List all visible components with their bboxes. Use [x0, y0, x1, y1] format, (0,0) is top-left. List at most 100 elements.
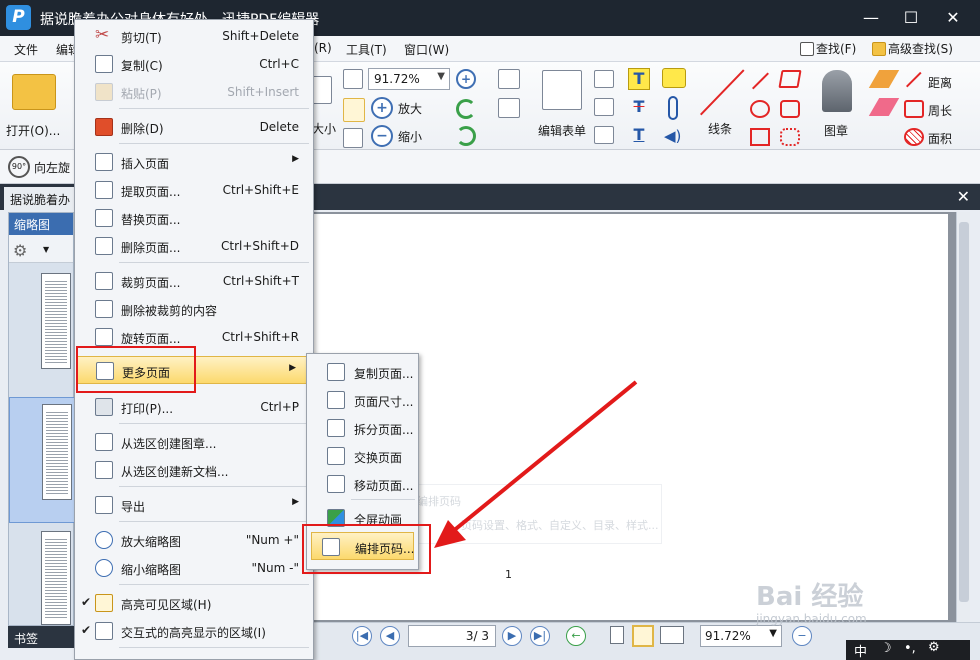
cloud-tool-icon[interactable] — [780, 128, 800, 146]
menu-item-highlight-visible[interactable]: ✔ 高亮可见区域(H) — [75, 589, 313, 617]
menu-item-copy[interactable]: 复制(C) Ctrl+C — [75, 50, 313, 78]
menu-item-stamp-from-selection[interactable]: 从选区创建图章... — [75, 428, 313, 456]
first-page-button[interactable]: |◀ — [352, 626, 372, 646]
advanced-find-button[interactable]: 高级查找(S) — [872, 40, 953, 57]
rotate-left-button[interactable]: 90° 向左旋 — [6, 154, 74, 180]
highlight-text-icon[interactable]: T — [628, 68, 650, 90]
note-icon[interactable] — [662, 68, 686, 88]
pentagon-tool-icon[interactable] — [780, 100, 800, 118]
status-zoom-out-icon[interactable]: − — [792, 626, 812, 646]
menu-tools[interactable]: 工具(T) — [346, 41, 387, 58]
fit-visible-icon[interactable] — [343, 128, 363, 148]
find-button[interactable]: 查找(F) — [800, 40, 856, 57]
zoom-select[interactable]: 91.72% ▼ — [368, 68, 450, 90]
page-number-input[interactable]: 3/ 3 — [408, 625, 496, 647]
select-text-icon[interactable] — [498, 69, 520, 89]
sound-icon[interactable]: ◀) — [664, 126, 684, 146]
menu-item-interactive-highlight[interactable]: ✔ 交互式的高亮显示的区域(I) — [75, 617, 313, 645]
distance-icon[interactable] — [906, 71, 922, 88]
menu-file[interactable]: 文件 — [14, 41, 38, 58]
single-page-icon[interactable] — [610, 626, 624, 644]
menu-item-zoom-in-thumb[interactable]: 放大缩略图 "Num +" — [75, 526, 313, 554]
line-tool-icon[interactable] — [700, 69, 745, 116]
thumbnail-page-3[interactable] — [9, 527, 75, 625]
minimize-button[interactable]: — — [854, 6, 888, 30]
close-tab-icon[interactable]: ✕ — [957, 187, 970, 206]
menu-item-insert-page[interactable]: 插入页面 ▶ — [75, 148, 313, 176]
menu-item-label: 从选区创建图章... — [121, 437, 217, 451]
open-button[interactable]: 打开(O)... — [4, 66, 64, 144]
menu-item-paste[interactable]: 粘贴(P) Shift+Insert — [75, 78, 313, 106]
actual-size-icon[interactable] — [312, 76, 332, 104]
moon-icon[interactable]: ☽ — [880, 641, 892, 656]
submenu-item-page-size[interactable]: 页面尺寸... — [307, 386, 418, 414]
zoom-magnifier-icon[interactable]: + — [456, 69, 476, 89]
ime-gear-icon[interactable]: ⚙ — [928, 640, 940, 655]
menu-item-extract-page[interactable]: 提取页面... Ctrl+Shift+E — [75, 176, 313, 204]
scrollbar-thumb[interactable] — [959, 222, 969, 602]
ellipse-tool-icon[interactable] — [750, 100, 770, 118]
attach-icon[interactable] — [668, 96, 678, 120]
thumbnail-page-1[interactable] — [9, 269, 75, 389]
rotate-cw-icon[interactable] — [456, 126, 476, 146]
zoom-in-icon[interactable]: + — [371, 97, 393, 119]
perimeter-label[interactable]: 周长 — [928, 102, 952, 119]
last-page-button[interactable]: ▶| — [530, 626, 550, 646]
bookmark-tab[interactable]: 书签 — [8, 626, 74, 648]
edit-form-button[interactable]: 编辑表单 — [538, 66, 590, 144]
facing-page-icon[interactable] — [660, 626, 684, 644]
rotate-ccw-icon[interactable] — [456, 99, 476, 119]
fit-page-icon[interactable] — [343, 69, 363, 89]
eraser-icon[interactable] — [868, 98, 900, 116]
go-back-icon[interactable]: ← — [566, 626, 586, 646]
menu-window[interactable]: 窗口(W) — [404, 41, 449, 58]
menu-item-delete-cropped[interactable]: 删除被裁剪的内容 — [75, 295, 313, 323]
vertical-scrollbar[interactable] — [956, 212, 970, 622]
next-page-button[interactable]: ▶ — [502, 626, 522, 646]
rectangle-tool-icon[interactable] — [750, 128, 770, 146]
form-field-icon[interactable] — [498, 98, 520, 118]
status-zoom-select[interactable]: 91.72% ▼ — [700, 625, 782, 647]
chevron-down-icon[interactable]: ▼ — [43, 245, 49, 254]
submenu-item-duplicate-page[interactable]: 复制页面... — [307, 358, 418, 386]
thumbnail-page-2[interactable] — [9, 397, 75, 523]
menu-item-replace-page[interactable]: 替换页面... — [75, 204, 313, 232]
menu-item-doc-from-selection[interactable]: 从选区创建新文档... — [75, 456, 313, 484]
submenu-item-move-page[interactable]: 移动页面... — [307, 470, 418, 498]
zoom-out-label[interactable]: 缩小 — [398, 128, 422, 145]
menu-item-cut[interactable]: ✂ 剪切(T) Shift+Delete — [75, 22, 313, 50]
text-replace-icon[interactable] — [594, 126, 614, 144]
menu-item-export[interactable]: 导出 ▶ — [75, 491, 313, 519]
menu-item-zoom-out-thumb[interactable]: 缩小缩略图 "Num -" — [75, 554, 313, 582]
fit-width-icon[interactable] — [343, 98, 365, 122]
pencil-icon[interactable] — [868, 70, 900, 88]
area-label[interactable]: 面积 — [928, 130, 952, 147]
text-strike-icon[interactable] — [594, 98, 614, 116]
menu-item-crop-page[interactable]: 裁剪页面... Ctrl+Shift+T — [75, 267, 313, 295]
menu-item-delete[interactable]: 删除(D) Delete — [75, 113, 313, 141]
area-icon[interactable] — [904, 128, 924, 146]
gear-icon[interactable]: ⚙ — [13, 241, 27, 260]
perimeter-icon[interactable] — [904, 100, 924, 118]
submenu-item-swap-page[interactable]: 交换页面 — [307, 442, 418, 470]
zoom-in-label[interactable]: 放大 — [398, 100, 422, 117]
menu-r[interactable]: (R) — [314, 41, 332, 55]
punctuation-icon[interactable]: •, — [904, 641, 916, 656]
stamp-button[interactable]: 图章 — [812, 66, 864, 144]
zoom-out-icon[interactable]: − — [371, 125, 393, 147]
maximize-button[interactable]: ☐ — [894, 6, 928, 30]
polygon-tool-icon[interactable] — [778, 70, 802, 88]
submenu-item-split-page[interactable]: 拆分页面... — [307, 414, 418, 442]
text-box-icon[interactable] — [594, 70, 614, 88]
arrow-tool-icon[interactable] — [752, 72, 769, 90]
close-window-button[interactable]: ✕ — [936, 6, 970, 30]
underline-text-icon[interactable]: T — [628, 125, 650, 147]
menu-item-print[interactable]: 打印(P)... Ctrl+P — [75, 393, 313, 421]
document-tab[interactable]: 据说脆着办 — [4, 187, 74, 210]
strikeout-text-icon[interactable]: T — [628, 97, 650, 119]
prev-page-button[interactable]: ◀ — [380, 626, 400, 646]
continuous-page-icon[interactable] — [632, 625, 654, 647]
menu-item-delete-page[interactable]: 删除页面... Ctrl+Shift+D — [75, 232, 313, 260]
distance-label[interactable]: 距离 — [928, 74, 952, 91]
ime-language[interactable]: 中 — [854, 641, 867, 660]
